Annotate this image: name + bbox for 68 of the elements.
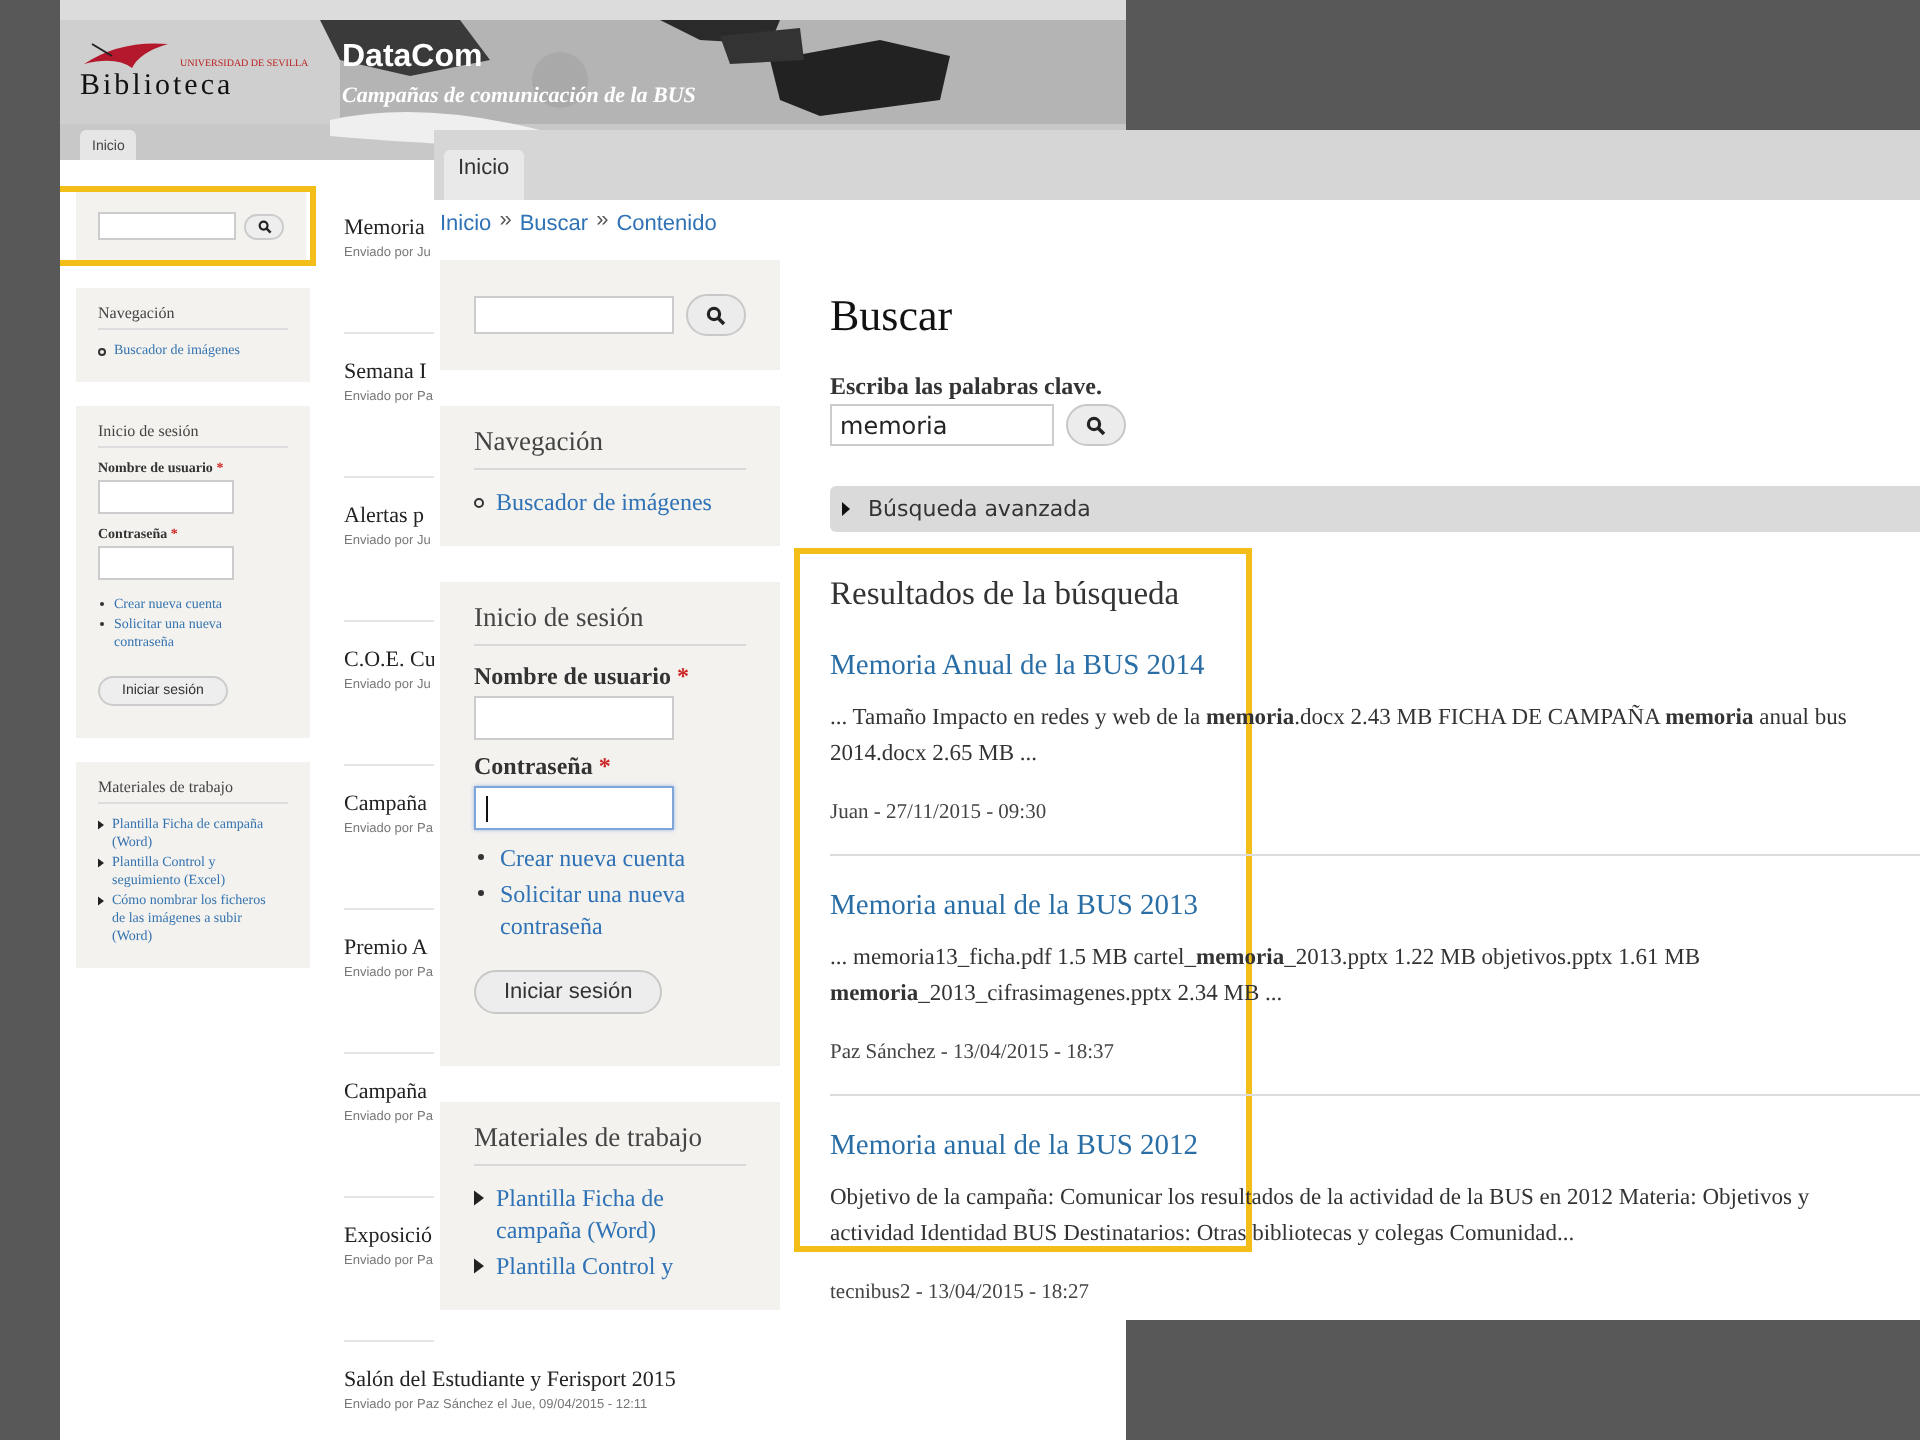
text-cursor <box>486 796 488 822</box>
triangle-bullet-icon <box>98 858 104 868</box>
search-button[interactable] <box>1066 404 1126 446</box>
bullet-icon <box>478 890 484 896</box>
advanced-search-toggle[interactable]: Búsqueda avanzada <box>830 486 1920 532</box>
site-name: DataCom <box>342 40 485 76</box>
input-field[interactable] <box>474 696 674 740</box>
nav-link[interactable]: Buscador de imágenes <box>496 486 712 518</box>
result-title[interactable]: Memoria Anual de la BUS 2014 <box>830 648 1920 684</box>
block-title: Materiales de trabajo <box>98 778 288 804</box>
triangle-bullet-icon <box>474 1190 484 1206</box>
bullet-icon <box>474 498 484 508</box>
result-title[interactable]: Memoria anual de la BUS 2013 <box>830 888 1920 924</box>
block-title: Inicio de sesión <box>98 422 288 448</box>
block-title: Inicio de sesión <box>474 602 746 646</box>
required-mark: * <box>676 662 689 690</box>
field-label: Nombre de usuario <box>474 662 671 690</box>
article-title[interactable]: Semana I <box>344 360 434 386</box>
search-icon <box>257 219 272 233</box>
required-mark: * <box>598 752 611 780</box>
keyword-field[interactable]: memoria <box>830 404 1054 446</box>
breadcrumb-link[interactable]: Buscar <box>519 208 589 236</box>
result-meta: tecnibus2 - 13/04/2015 - 18:27 <box>830 1282 1091 1304</box>
field-label: Escriba las palabras clave. <box>830 372 1105 402</box>
triangle-bullet-icon <box>98 896 104 906</box>
article-title[interactable]: Salón del Estudiante y Ferisport 2015 <box>344 1368 676 1394</box>
field-label: Contraseña <box>474 752 593 780</box>
article-title[interactable]: Memoria <box>344 216 434 242</box>
nav-tab[interactable]: Inicio <box>444 150 524 200</box>
logo-text: Biblioteca <box>80 70 236 102</box>
triangle-icon <box>842 502 850 516</box>
account-link[interactable]: Solicitar una nueva contraseña <box>500 878 746 942</box>
result-meta: Paz Sánchez - 13/04/2015 - 18:37 <box>830 1042 1117 1064</box>
block-title: Navegación <box>98 304 288 330</box>
breadcrumb-link[interactable]: Inicio <box>440 208 492 236</box>
material-link[interactable]: Plantilla Ficha de campaña (Word) <box>496 1182 746 1246</box>
block-title: Navegación <box>474 426 746 470</box>
results-heading: Resultados de la búsqueda <box>830 572 1182 616</box>
search-icon <box>1086 415 1106 435</box>
article-title[interactable]: Campaña <box>344 792 434 818</box>
breadcrumb-separator: » <box>596 208 609 236</box>
search-field[interactable] <box>474 296 674 334</box>
site-slogan: Campañas de comunicación de la BUS <box>342 84 696 108</box>
bullet-icon <box>98 348 106 356</box>
article-title[interactable]: Premio A <box>344 936 434 962</box>
article-title[interactable]: Campaña <box>344 1080 434 1106</box>
triangle-bullet-icon <box>98 820 104 830</box>
triangle-bullet-icon <box>474 1258 484 1274</box>
bullet-icon <box>478 854 484 860</box>
search-icon <box>706 305 726 325</box>
result-meta: Juan - 27/11/2015 - 09:30 <box>830 802 1049 824</box>
result-title[interactable]: Memoria anual de la BUS 2012 <box>830 1128 1920 1164</box>
input-field[interactable] <box>98 480 234 514</box>
breadcrumb-separator: » <box>499 208 512 236</box>
search-button[interactable] <box>686 294 746 336</box>
input-field[interactable] <box>98 546 234 580</box>
article-title[interactable]: C.O.E. Cu <box>344 648 434 674</box>
search-button[interactable] <box>244 213 284 239</box>
block-title: Materiales de trabajo <box>474 1122 746 1166</box>
article-title[interactable]: Exposició <box>344 1224 434 1250</box>
page-title: Buscar <box>830 288 955 344</box>
material-link[interactable]: Plantilla Control y <box>496 1250 674 1282</box>
login-button[interactable]: Iniciar sesión <box>474 970 663 1014</box>
breadcrumb-link[interactable]: Contenido <box>616 208 717 236</box>
article-title[interactable]: Alertas p <box>344 504 434 530</box>
search-field[interactable] <box>98 212 237 240</box>
account-link[interactable]: Crear nueva cuenta <box>500 842 686 874</box>
input-field[interactable] <box>474 786 674 830</box>
